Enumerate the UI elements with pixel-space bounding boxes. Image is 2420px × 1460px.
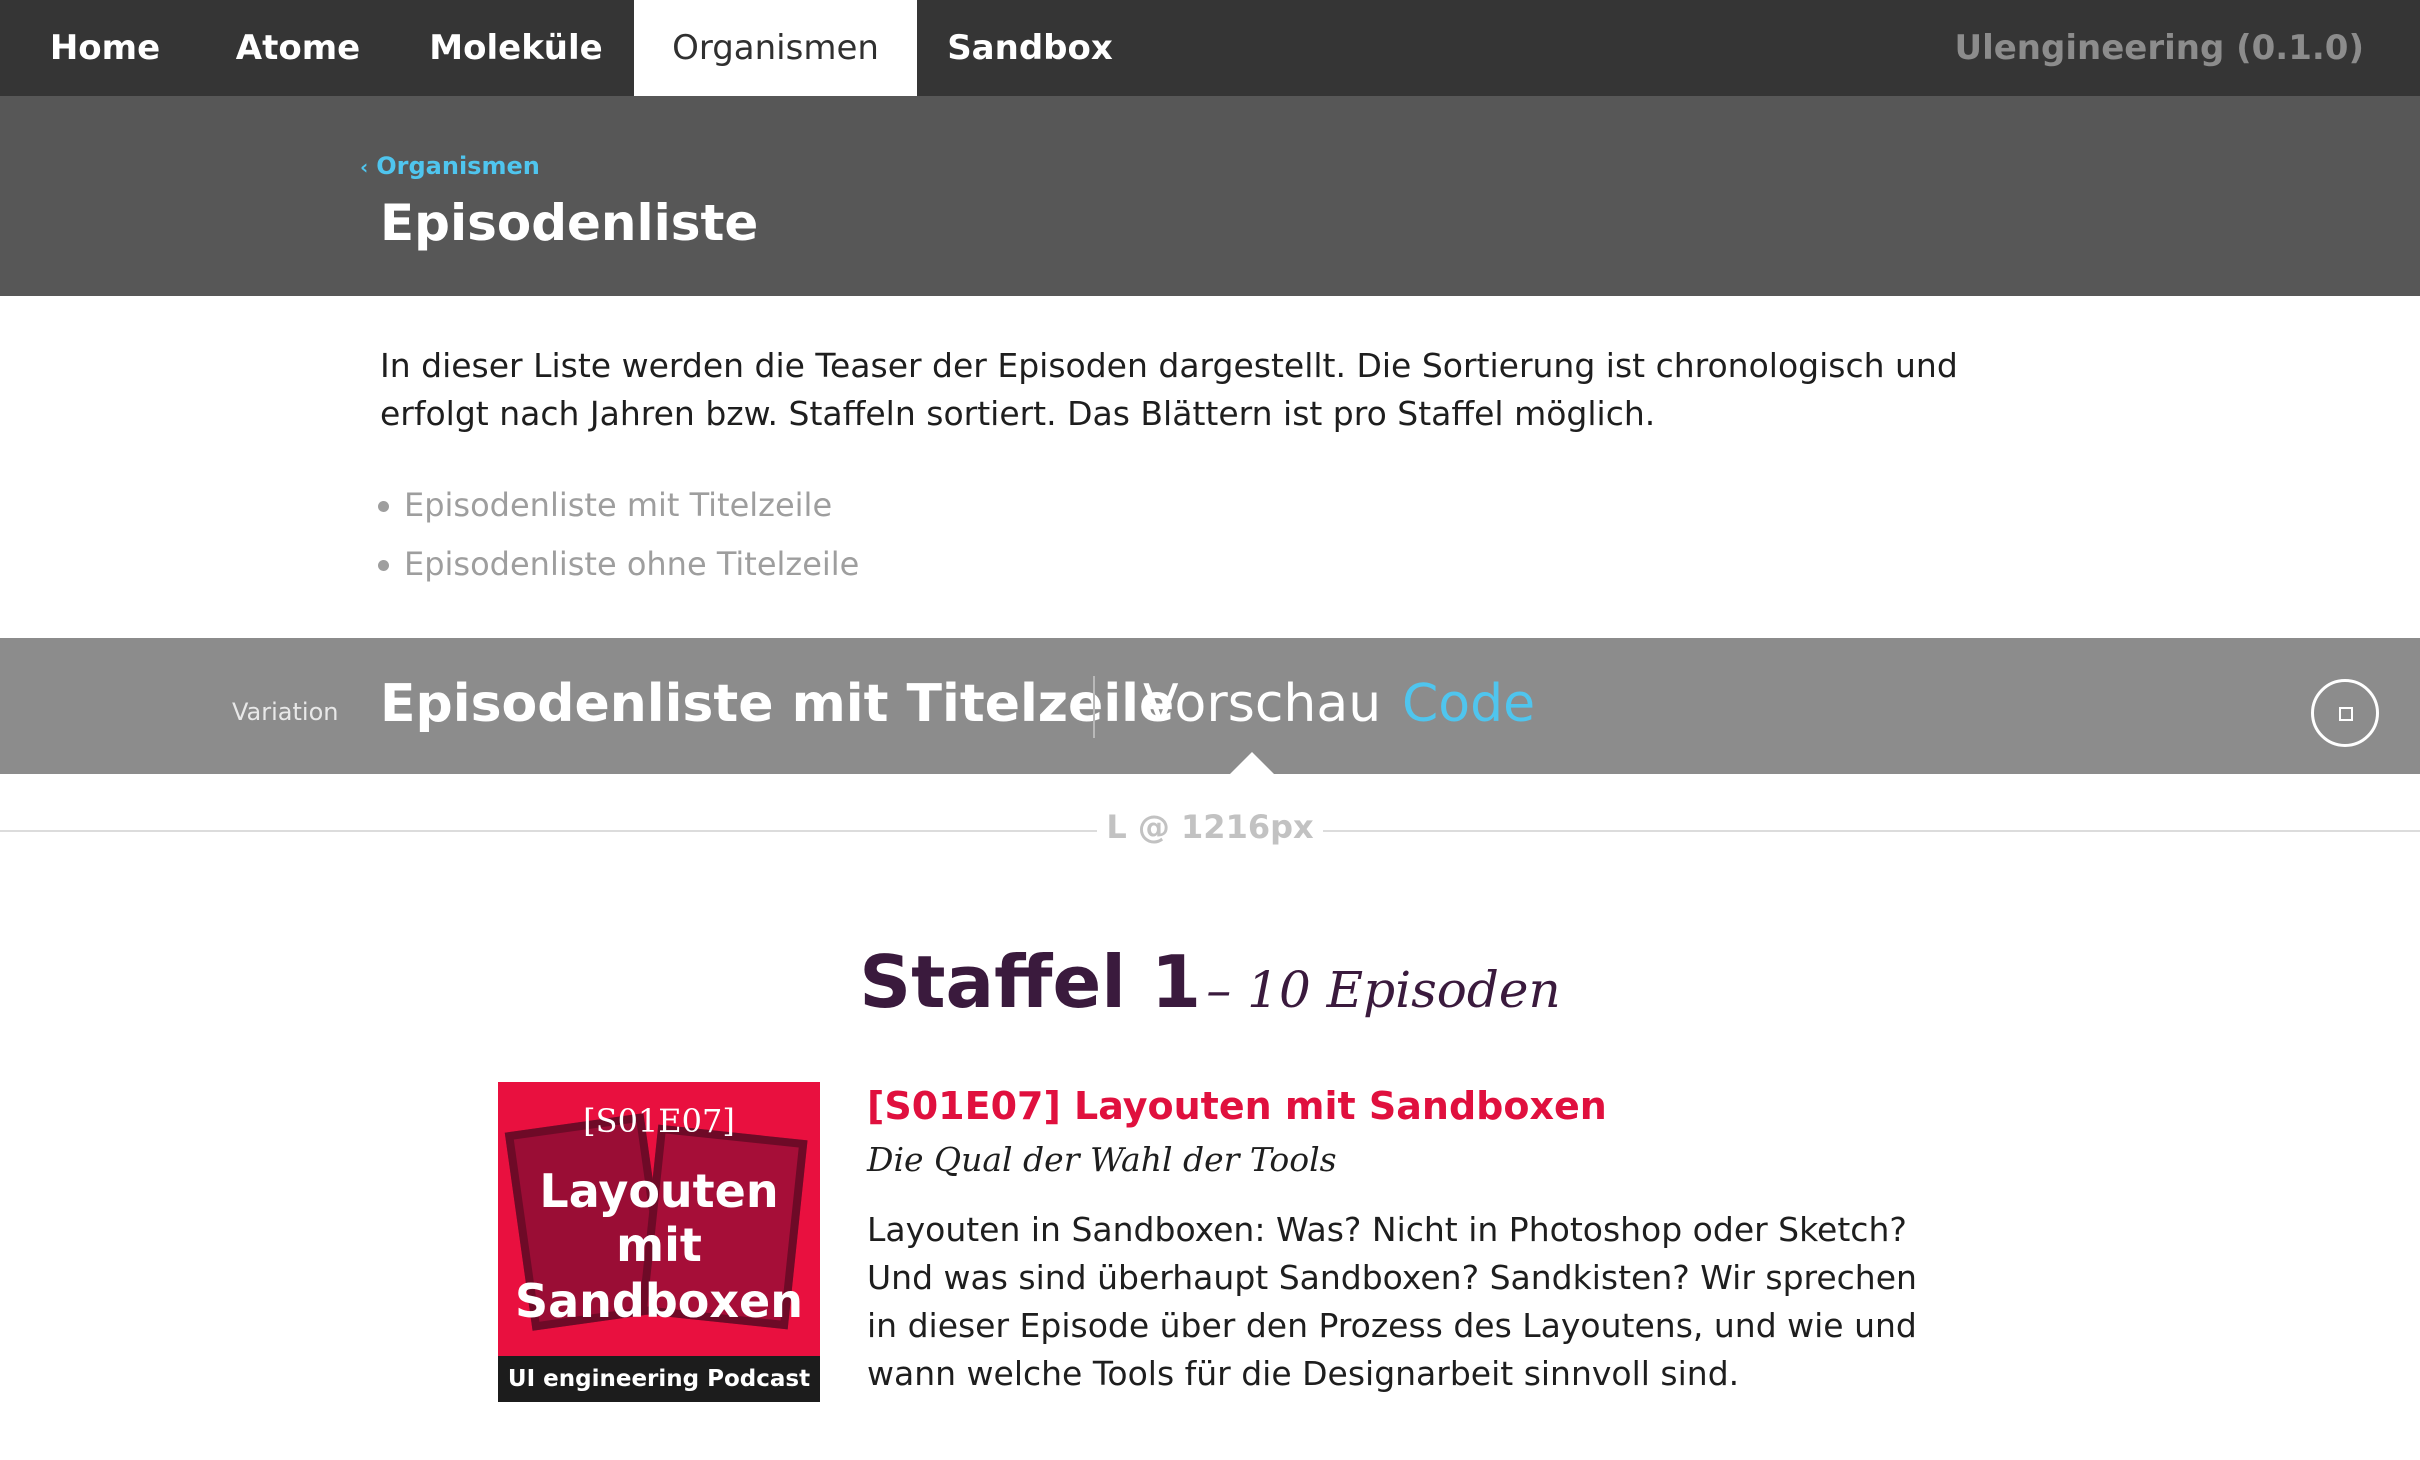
episode-teaser-text: Layouten in Sandboxen: Was? Nicht in Pho… [867,1210,1917,1393]
bullet-icon [378,501,389,512]
component-description: In dieser Liste werden die Teaser der Ep… [380,346,1958,433]
episode-title-link[interactable]: [S01E07] Layouten mit Sandboxen [867,1084,1607,1128]
brand-version: Ulengineering (0.1.0) [1954,28,2364,68]
episode-subtitle: Die Qual der Wahl der Tools [867,1140,1337,1179]
viewport-rule-right [1323,830,2420,832]
variant-link-label: Episodenliste ohne Titelzeile [404,545,860,583]
variant-link-label: Episodenliste mit Titelzeile [404,486,833,524]
cover-title-line: mit [616,1218,702,1272]
nav-item-sandbox[interactable]: Sandbox [940,0,1120,96]
viewport-rule-left [0,830,1097,832]
nav-item-atome[interactable]: Atome [218,0,378,96]
variation-label: Variation [232,698,339,726]
breadcrumb[interactable]: ‹ Organismen [360,152,540,180]
tab-code[interactable]: Code [1402,674,1535,734]
breadcrumb-label: Organismen [376,152,540,180]
season-episode-count: – 10 Episoden [1206,961,1561,1019]
variant-link-ohne-titelzeile[interactable]: Episodenliste ohne Titelzeile [378,535,859,594]
page-title: Episodenliste [380,194,759,252]
bullet-icon [378,560,389,571]
fullscreen-icon [2339,707,2353,721]
cover-footer: UI engineering Podcast [498,1356,820,1402]
season-heading: Staffel 1 – 10 Episoden [0,940,2420,1024]
season-title: Staffel 1 [859,940,1202,1024]
nav-item-molekuele[interactable]: Moleküle [420,0,612,96]
cover-title-line: Layouten [539,1164,779,1218]
tab-preview[interactable]: Vorschau [1143,674,1381,734]
page-header: ‹ Organismen Episodenliste [0,96,2420,296]
top-navigation: Home Atome Moleküle Organismen Sandbox U… [0,0,2420,96]
viewport-size-label: L @ 1216px [1106,808,1314,846]
divider [1093,676,1095,738]
variant-link-mit-titelzeile[interactable]: Episodenliste mit Titelzeile [378,476,859,535]
variation-bar: Variation Episodenliste mit Titelzeile V… [0,638,2420,774]
nav-item-organismen[interactable]: Organismen [634,0,917,96]
variant-list: Episodenliste mit Titelzeile Episodenlis… [378,476,859,594]
active-tab-pointer-icon [1230,752,1274,774]
episode-cover-image[interactable]: [S01E07] Layouten mit Sandboxen UI engin… [498,1082,820,1402]
fullscreen-button[interactable] [2311,679,2379,747]
chevron-left-icon: ‹ [360,155,369,179]
cover-episode-code: [S01E07] [583,1102,735,1140]
variation-title: Episodenliste mit Titelzeile [380,674,1175,734]
cover-title-line: Sandboxen [515,1274,803,1328]
nav-item-home[interactable]: Home [30,0,180,96]
